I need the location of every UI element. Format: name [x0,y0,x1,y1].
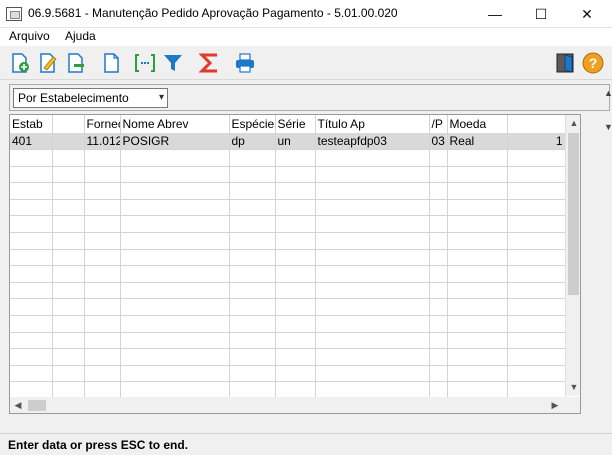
window-title: 06.9.5681 - Manutenção Pedido Aprovação … [28,6,398,20]
cell-fornec[interactable]: 11.012 [84,133,121,151]
blank-page-icon[interactable] [100,52,122,74]
sort-order-value: Por Estabelecimento [18,91,129,105]
chevron-down-icon: ▾ [158,92,164,103]
table-row[interactable] [10,265,566,283]
col-header-titulo-ap[interactable]: Título Ap [315,115,430,133]
side-arrow-icon[interactable]: ▼ [604,122,612,132]
grid-header-row: Estab Fornec Nome Abrev Espécie Série Tí… [10,115,566,133]
table-row[interactable] [10,315,566,333]
cell-nome-abrev[interactable]: POSIGR [120,133,230,151]
horizontal-scrollbar[interactable]: ◀ ▶ [10,397,580,413]
col-header-moeda[interactable]: Moeda [447,115,508,133]
cell-especie[interactable]: dp [229,133,276,151]
maximize-button[interactable]: ☐ [518,0,564,28]
col-header-serie[interactable]: Série [275,115,316,133]
edit-icon[interactable] [37,52,59,74]
table-row[interactable] [10,365,566,383]
filter-panel: Por Estabelecimento ▾ [9,84,610,111]
vertical-scrollbar[interactable]: ▲ ▼ [565,115,580,396]
col-header-especie[interactable]: Espécie [229,115,276,133]
table-row[interactable] [10,249,566,267]
filter-icon[interactable] [162,52,184,74]
print-icon[interactable] [234,52,256,74]
col-header-blank[interactable] [52,115,85,133]
app-icon [6,7,22,21]
help-icon[interactable]: ? [582,52,604,74]
col-header-parcela[interactable]: /P [429,115,448,133]
sum-icon[interactable] [199,52,221,74]
col-header-nome-abrev[interactable]: Nome Abrev [120,115,230,133]
status-message: Enter data or press ESC to end. [8,438,189,452]
svg-text:?: ? [589,55,598,71]
table-row[interactable] [10,232,566,250]
close-button[interactable]: ✕ [564,0,610,28]
menu-ajuda[interactable]: Ajuda [65,29,96,43]
sort-order-select[interactable]: Por Estabelecimento ▾ [13,88,168,108]
table-row[interactable] [10,199,566,217]
menu-bar: Arquivo Ajuda [0,28,612,46]
grid-table: Estab Fornec Nome Abrev Espécie Série Tí… [10,115,566,399]
cell-titulo-ap[interactable]: testeapfdp03 [315,133,430,151]
remove-icon[interactable] [65,52,87,74]
cell-parcela[interactable]: 03 [429,133,448,151]
title-bar: 06.9.5681 - Manutenção Pedido Aprovação … [0,0,612,28]
table-row[interactable] [10,149,566,167]
data-grid[interactable]: Estab Fornec Nome Abrev Espécie Série Tí… [9,114,581,414]
col-header-estab[interactable]: Estab [10,115,53,133]
table-row[interactable] [10,332,566,350]
scroll-left-icon[interactable]: ◀ [10,397,26,413]
toolbar: ? [0,46,612,80]
table-row[interactable] [10,182,566,200]
cell-blank[interactable] [52,133,85,151]
col-header-fornec[interactable]: Fornec [84,115,121,133]
cell-moeda[interactable]: Real [447,133,508,151]
status-bar: Enter data or press ESC to end. [0,433,612,455]
col-header-extra[interactable] [507,115,566,133]
table-row[interactable] [10,166,566,184]
table-row[interactable] [10,215,566,234]
table-row[interactable] [10,381,566,399]
table-row[interactable] [10,298,566,317]
scroll-right-icon[interactable]: ▶ [547,397,563,413]
table-row[interactable]: 401 11.012 POSIGR dp un testeapfdp03 03 … [10,133,566,151]
menu-arquivo[interactable]: Arquivo [9,29,50,43]
scroll-down-icon[interactable]: ▼ [566,379,580,395]
cell-serie[interactable]: un [275,133,316,151]
table-row[interactable] [10,282,566,300]
side-arrow-icon[interactable]: ▲ [604,88,612,98]
horizontal-scroll-thumb[interactable] [28,400,46,411]
table-row[interactable] [10,348,566,366]
cell-extra[interactable]: 1 [507,133,566,151]
exit-icon[interactable] [554,52,576,74]
vertical-scroll-thumb[interactable] [568,133,579,295]
add-icon[interactable] [9,52,31,74]
select-icon[interactable] [134,52,156,74]
scroll-up-icon[interactable]: ▲ [566,115,580,131]
minimize-button[interactable]: — [472,0,518,28]
cell-estab[interactable]: 401 [10,133,53,151]
